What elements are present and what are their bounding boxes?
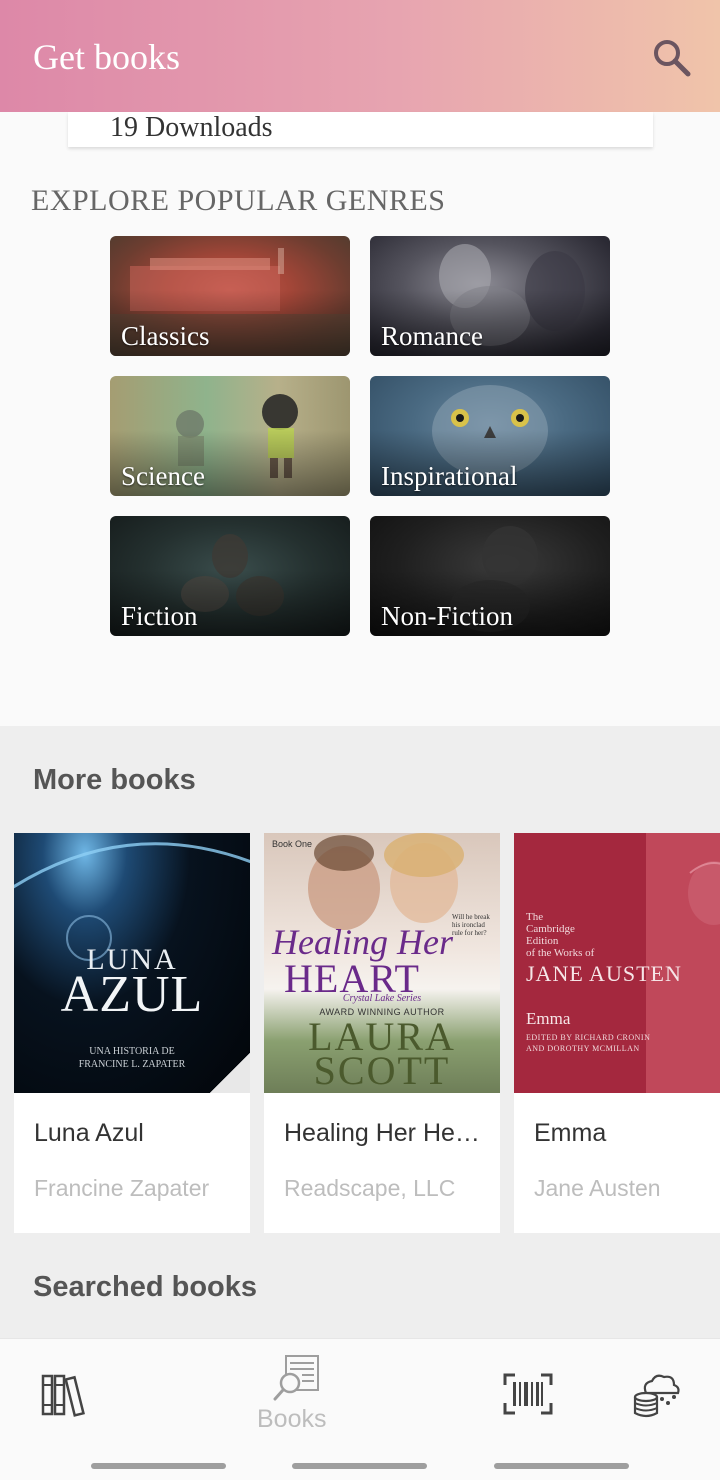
bookshelf-icon[interactable]	[40, 1373, 88, 1422]
genre-tile-science[interactable]: Science	[110, 376, 350, 496]
cover-editors-line: EDITED BY RICHARD CRONIN	[526, 1033, 651, 1042]
system-nav-bar	[292, 1463, 427, 1469]
cover-edition-line: of the Works of	[526, 947, 595, 959]
book-cover: The Cambridge Edition of the Works of JA…	[514, 833, 720, 1093]
genre-tile-non-fiction[interactable]: Non-Fiction	[370, 516, 610, 636]
book-title: Emma	[534, 1119, 607, 1147]
genre-tile-inspirational[interactable]: Inspirational	[370, 376, 610, 496]
app-bar: Get books	[0, 0, 720, 112]
cover-series-top: Book One	[272, 839, 313, 849]
cover-title-line2: AZUL	[60, 966, 204, 1023]
more-books-heading: More books	[33, 764, 196, 796]
genre-label: Science	[121, 461, 205, 491]
book-cover: Book One Will he break his ironclad rule…	[264, 833, 500, 1093]
genre-tile-romance[interactable]: Romance	[370, 236, 610, 356]
cover-edition: The Cambridge Edition of the Works of	[526, 911, 594, 959]
cover-author-last: SCOTT	[313, 1048, 451, 1093]
bottom-navigation: Books	[0, 1338, 720, 1480]
genre-label: Fiction	[121, 601, 198, 631]
book-author: Readscape, LLC	[284, 1175, 456, 1201]
genres-heading: EXPLORE POPULAR GENRES	[31, 184, 446, 217]
cover-series: Crystal Lake Series	[342, 993, 422, 1004]
book-title: Luna Azul	[34, 1119, 144, 1147]
book-author: Jane Austen	[534, 1175, 661, 1201]
genre-label: Non-Fiction	[381, 601, 513, 631]
book-title: Healing Her He…	[284, 1119, 480, 1147]
genre-label: Romance	[381, 321, 483, 351]
cover-edition-line: Edition	[526, 935, 559, 947]
system-nav-bar	[494, 1463, 629, 1469]
cover-editors-line: AND DOROTHY MCMILLAN	[526, 1044, 640, 1053]
cloud-database-icon[interactable]	[632, 1371, 682, 1424]
search-icon[interactable]	[648, 34, 694, 80]
downloads-count: 19 Downloads	[110, 112, 273, 143]
cover-book-title: Emma	[526, 1009, 571, 1028]
page-curl	[210, 1053, 250, 1093]
cover-editors: EDITED BY RICHARD CRONIN AND DOROTHY MCM…	[526, 1032, 650, 1054]
cover-edition-line: Cambridge	[526, 923, 575, 935]
book-card-emma[interactable]: The Cambridge Edition of the Works of JA…	[514, 833, 720, 1233]
book-search-icon[interactable]	[272, 1353, 322, 1408]
book-author: Francine Zapater	[34, 1175, 210, 1201]
genre-tile-classics[interactable]: Classics	[110, 236, 350, 356]
searched-books-heading: Searched books	[33, 1271, 258, 1303]
genre-label: Inspirational	[381, 461, 518, 491]
book-card-luna-azul[interactable]: LUNA AZUL UNA HISTORIA DE FRANCINE L. ZA…	[14, 833, 250, 1233]
book-card-healing-her-heart[interactable]: Book One Will he break his ironclad rule…	[264, 833, 500, 1233]
downloads-card[interactable]: 19 Downloads	[68, 112, 653, 147]
system-nav-bar	[91, 1463, 226, 1469]
barcode-scan-icon[interactable]	[503, 1373, 553, 1420]
genre-label: Classics	[121, 321, 210, 351]
genre-tile-fiction[interactable]: Fiction	[110, 516, 350, 636]
nav-label-books[interactable]: Books	[257, 1405, 326, 1434]
book-cover: LUNA AZUL UNA HISTORIA DE FRANCINE L. ZA…	[14, 833, 250, 1093]
cover-quote: Will he break his ironclad rule for her?	[452, 913, 490, 937]
cover-author-name: JANE AUSTEN	[526, 961, 682, 986]
cover-edition-line: The	[526, 911, 544, 923]
app-title: Get books	[33, 37, 180, 77]
